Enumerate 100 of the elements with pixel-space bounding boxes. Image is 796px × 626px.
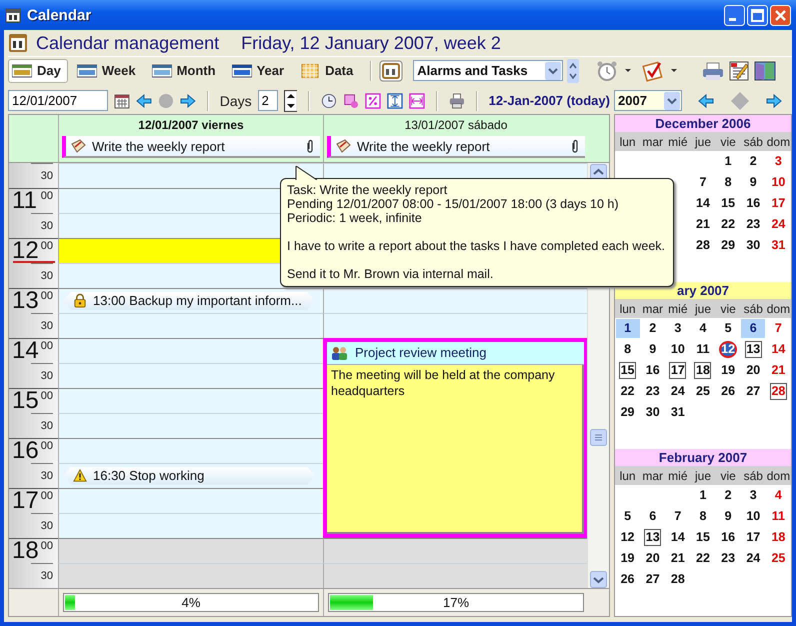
calendar-day[interactable]: 24 (669, 383, 686, 400)
calendar-day[interactable]: 15 (694, 529, 712, 546)
calendar-day[interactable]: 17 (770, 195, 787, 212)
calendar-day[interactable]: 3 (669, 320, 686, 337)
calendar-day[interactable]: 23 (744, 216, 762, 233)
calendar-day[interactable]: 25 (694, 383, 712, 400)
notepad-icon[interactable] (727, 60, 752, 82)
calendar-day[interactable]: 7 (770, 320, 787, 337)
printer-icon[interactable] (448, 92, 465, 108)
calendar-day[interactable]: 17 (744, 529, 762, 546)
caret-icon[interactable] (625, 68, 632, 72)
calendar-day[interactable]: 25 (770, 550, 787, 567)
calendar-day[interactable]: 30 (644, 404, 662, 421)
calendar-day[interactable]: 1 (616, 319, 640, 338)
calendar-day[interactable]: 19 (619, 550, 636, 567)
calendar-day[interactable]: 31 (669, 404, 686, 421)
calendar-day[interactable]: 22 (619, 383, 636, 400)
calendar-day[interactable]: 29 (720, 237, 737, 254)
calendar-day[interactable]: 4 (770, 487, 787, 504)
close-button[interactable] (770, 4, 791, 26)
calendar-day[interactable]: 4 (694, 320, 712, 337)
calendar-day[interactable]: 13 (744, 341, 762, 358)
calendar-day[interactable]: 19 (720, 362, 737, 379)
calendar-day[interactable]: 9 (720, 508, 737, 525)
calendar-day[interactable]: 12 (619, 529, 636, 546)
calendar-day[interactable]: 29 (619, 404, 636, 421)
filter-dropdown[interactable]: Alarms and Tasks (413, 60, 564, 81)
vertical-resize-icon[interactable] (387, 92, 403, 108)
calendar-day[interactable]: 11 (770, 508, 787, 525)
date-field[interactable]: 12/01/2007 (8, 90, 108, 111)
time-slot[interactable]: 13:00 Backup my important inform... (58, 288, 323, 313)
time-slot[interactable]: 16:30 Stop working (58, 462, 323, 488)
view-tab[interactable]: Year (228, 58, 292, 82)
calendar-day[interactable]: 8 (619, 341, 636, 358)
calendar-day[interactable]: 13 (644, 529, 662, 546)
left-arrow-icon[interactable] (698, 92, 714, 108)
right-arrow-icon[interactable] (180, 92, 196, 108)
calendar-day[interactable]: 15 (619, 362, 636, 379)
view-tab[interactable]: Day (8, 58, 68, 82)
calendar-day[interactable]: 10 (744, 508, 762, 525)
task-item[interactable]: Write the weekly report (327, 136, 585, 158)
calendar-day[interactable]: 8 (720, 174, 737, 191)
calendar-day[interactable]: 27 (744, 383, 762, 400)
calendar-day[interactable]: 3 (770, 153, 787, 170)
calendar-day[interactable]: 20 (644, 550, 662, 567)
calendar-day[interactable]: 1 (694, 487, 712, 504)
calendar-icon[interactable] (114, 92, 130, 108)
calendar-day[interactable]: 15 (720, 195, 737, 212)
calendar-day[interactable]: 21 (694, 216, 712, 233)
calendar-day[interactable]: 28 (669, 571, 686, 588)
calendar-day[interactable]: 17 (669, 362, 686, 379)
calendar-day[interactable]: 23 (720, 550, 737, 567)
caret-icon[interactable] (671, 68, 678, 72)
calendar-day[interactable]: 24 (744, 550, 762, 567)
calendar-clock-icon[interactable] (343, 92, 360, 108)
calendar-day[interactable]: 28 (694, 237, 712, 254)
calendar-day[interactable]: 31 (770, 237, 787, 254)
exit-door-icon[interactable] (753, 60, 778, 82)
reminder-item[interactable]: 13:00 Backup my important inform... (63, 292, 315, 310)
calendar-icon[interactable] (379, 60, 404, 82)
calendar-day[interactable]: 28 (770, 383, 787, 400)
calendar-day[interactable]: 7 (694, 174, 712, 191)
calendar-day[interactable]: 26 (720, 383, 737, 400)
meeting-event[interactable]: Project review meeting The meeting will be held at the company headquarters (323, 338, 588, 538)
calendar-day[interactable]: 9 (744, 174, 762, 191)
scroll-thumb[interactable] (590, 428, 608, 446)
calendar-day[interactable]: 27 (644, 571, 662, 588)
view-tab[interactable]: Week (72, 58, 143, 82)
scroll-down-button[interactable] (590, 571, 608, 588)
calendar-day[interactable]: 22 (694, 550, 712, 567)
calendar-day[interactable]: 10 (770, 174, 787, 191)
calendar-day[interactable]: 21 (669, 550, 686, 567)
calendar-day[interactable]: 22 (720, 216, 737, 233)
year-dropdown[interactable]: 2007 (614, 90, 682, 111)
reminder-item[interactable]: 16:30 Stop working (63, 466, 315, 485)
clock-icon[interactable] (321, 92, 338, 108)
task-item[interactable]: Write the weekly report (62, 136, 320, 158)
calendar-day[interactable]: 18 (770, 529, 787, 546)
calendar-day[interactable]: 5 (720, 320, 737, 337)
calendar-day[interactable]: 14 (669, 529, 686, 546)
calendar-day[interactable]: 9 (644, 341, 662, 358)
alarm-clock-icon[interactable] (595, 60, 620, 82)
calendar-day[interactable]: 14 (770, 341, 787, 358)
calendar-day[interactable]: 24 (770, 216, 787, 233)
calendar-day[interactable]: 3 (744, 487, 762, 504)
calendar-day[interactable]: 20 (744, 362, 762, 379)
calendar-day[interactable]: 26 (619, 571, 636, 588)
calendar-day[interactable]: 16 (744, 195, 762, 212)
minimize-button[interactable] (724, 4, 745, 26)
calendar-day[interactable]: 2 (720, 487, 737, 504)
calendar-day[interactable]: 12 (719, 341, 738, 358)
days-field[interactable]: 2 (258, 90, 278, 111)
view-tab[interactable]: Month (148, 58, 223, 82)
calendar-day[interactable]: 2 (644, 320, 662, 337)
calendar-day[interactable]: 1 (720, 153, 737, 170)
today-link[interactable]: 12-Jan-2007 (today) (488, 93, 610, 108)
calendar-day[interactable]: 14 (694, 195, 712, 212)
calendar-day[interactable]: 8 (694, 508, 712, 525)
calendar-day[interactable]: 10 (669, 341, 686, 358)
horizontal-resize-icon[interactable] (408, 92, 425, 108)
